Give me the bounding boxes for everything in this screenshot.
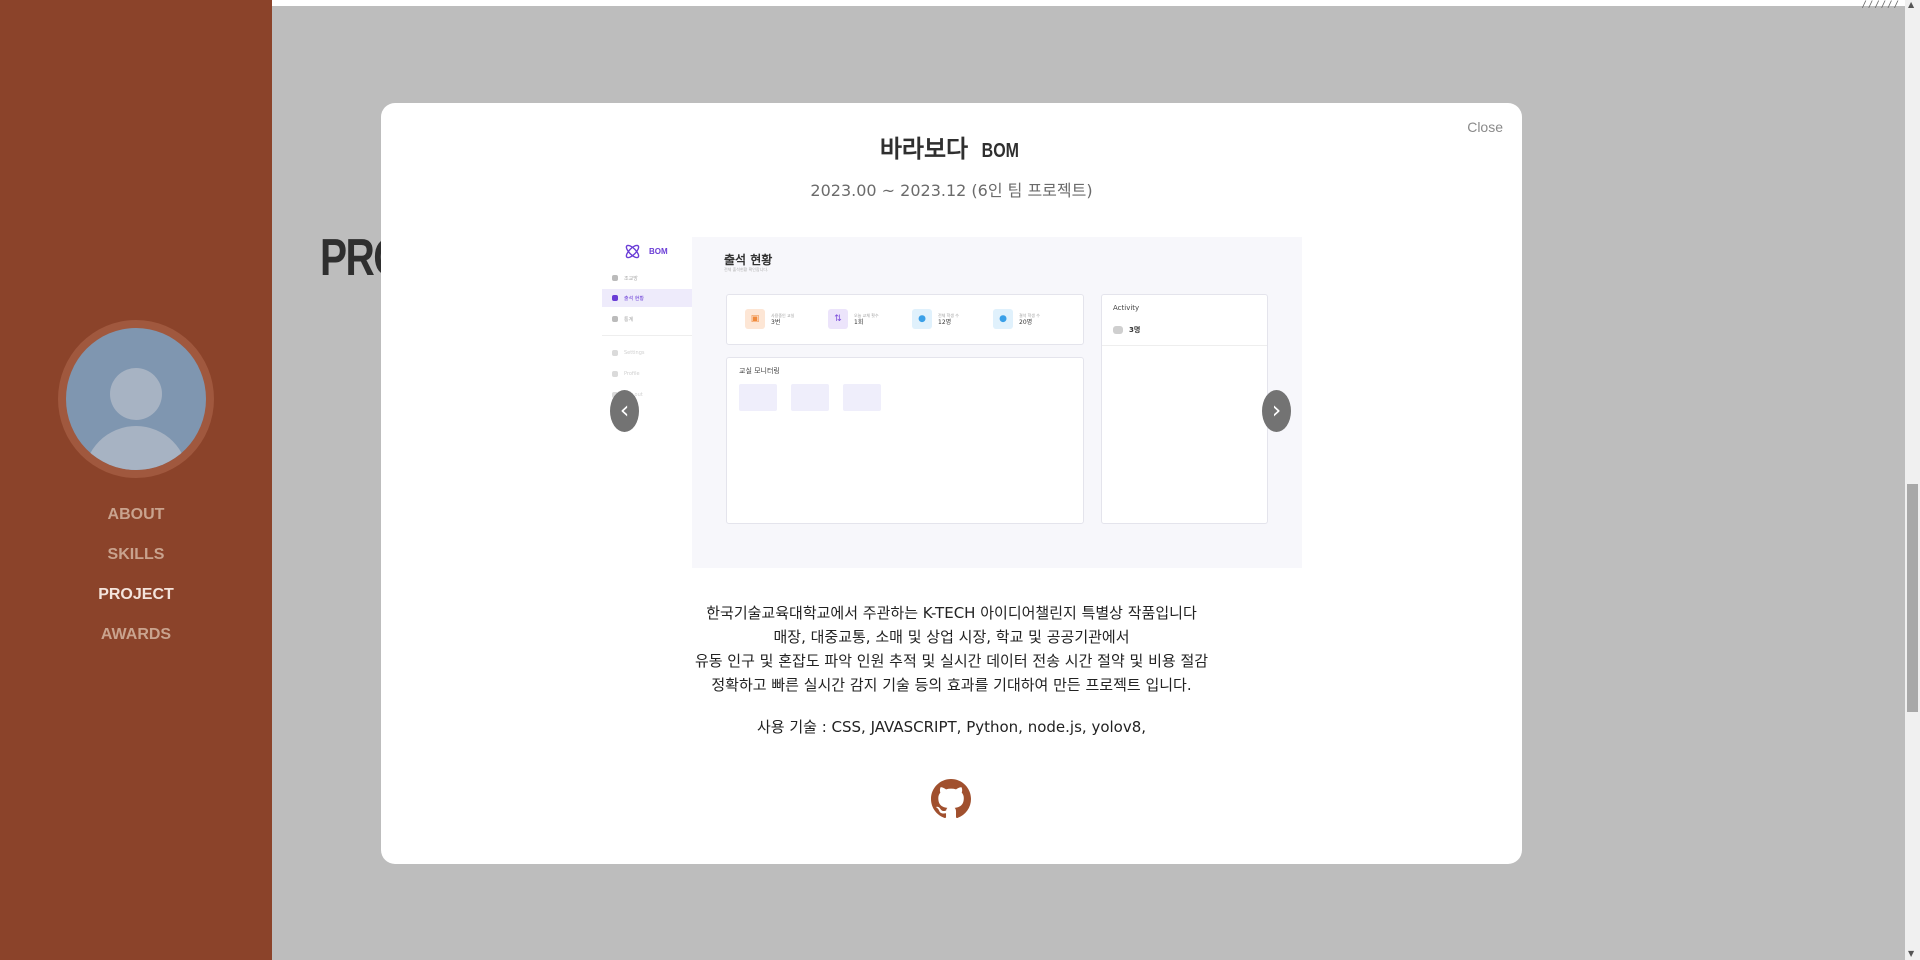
stat-card: ⇅ 오늘 교체 횟수 1회 — [828, 309, 879, 329]
camera-tile — [739, 384, 777, 411]
tech-stack: 사용 기술 : CSS, JAVASCRIPT, Python, node.js… — [756, 718, 1147, 736]
screenshot-logo: BOM — [624, 243, 668, 260]
camera-tile — [843, 384, 881, 411]
avatar-placeholder-icon — [66, 328, 206, 470]
prev-slide-button[interactable]: ‹ — [610, 390, 639, 432]
modal-title: 바라보다 BOM — [381, 129, 1522, 164]
description-line: 한국기술교육대학교에서 주관하는 K-TECH 아이디어챌린지 특별상 작품입니… — [706, 604, 1197, 622]
screenshot-nav-item: Profile — [602, 365, 692, 383]
monitor-title: 교실 모니터링 — [739, 367, 780, 375]
screenshot-nav-item: Settings — [602, 344, 692, 362]
person-icon: ● — [993, 309, 1013, 329]
github-icon[interactable] — [931, 779, 971, 819]
screenshot-main: 출석 현황 전체 출석현황 확인합니다. ▣ 사용중인 교실 3번 ⇅ 오늘 교체… — [692, 237, 1302, 568]
project-screenshot: BOM 조교방 출석 현황 통계 Settings Profile Log ou… — [602, 237, 1302, 568]
scroll-thumb[interactable] — [1907, 484, 1918, 712]
camera-tile — [791, 384, 829, 411]
sidebar-nav: ABOUT SKILLS PROJECT AWARDS — [0, 504, 272, 664]
screenshot-subheading: 전체 출석현황 확인합니다. — [724, 267, 769, 272]
screenshot-logo-text: BOM — [649, 247, 668, 256]
page-top-strip — [272, 0, 1905, 6]
nav-project[interactable]: PROJECT — [0, 584, 272, 624]
activity-title: Activity — [1113, 304, 1140, 312]
avatar — [58, 320, 214, 478]
nav-awards[interactable]: AWARDS — [0, 624, 272, 664]
stat-card: ● 전체 학생 수 12명 — [912, 309, 959, 329]
person-icon: ● — [912, 309, 932, 329]
scroll-up-arrow-icon[interactable]: ▲ — [1908, 0, 1914, 9]
screenshot-stats: ▣ 사용중인 교실 3번 ⇅ 오늘 교체 횟수 1회 ● 전체 학생 수 12명 ● … — [726, 294, 1084, 345]
project-date: 2023.00 ~ 2023.12 (6인 팀 프로젝트) — [810, 181, 1093, 200]
screenshot-nav-item: 조교방 — [602, 269, 692, 287]
scroll-down-arrow-icon[interactable]: ▼ — [1908, 949, 1914, 958]
screenshot-nav-item: 출석 현황 — [602, 289, 692, 307]
activity-count: 3명 — [1113, 325, 1140, 335]
stat-card: ▣ 사용중인 교실 3번 — [745, 309, 794, 329]
stat-card: ● 결석 학생 수 20명 — [993, 309, 1040, 329]
screenshot-activity-panel: Activity 3명 — [1101, 294, 1268, 524]
screenshot-monitoring-panel: 교실 모니터링 — [726, 357, 1084, 524]
swap-icon: ⇅ — [828, 309, 848, 329]
next-slide-button[interactable]: › — [1262, 390, 1291, 432]
description-line: 정확하고 빠른 실시간 감지 기술 등의 효과를 기대하여 만든 프로젝트 입니… — [711, 676, 1192, 694]
modal-title-en: BOM — [981, 140, 1019, 162]
people-icon — [1113, 326, 1123, 334]
image-slider: BOM 조교방 출석 현황 통계 Settings Profile Log ou… — [602, 237, 1302, 568]
screenshot-nav-item: 통계 — [602, 310, 692, 328]
classroom-icon: ▣ — [745, 309, 765, 329]
scrollbar[interactable]: ▲ ▼ — [1905, 0, 1920, 960]
nav-about[interactable]: ABOUT — [0, 504, 272, 544]
screenshot-heading: 출석 현황 — [724, 253, 773, 267]
modal-title-ko: 바라보다 — [879, 135, 969, 163]
nav-skills[interactable]: SKILLS — [0, 544, 272, 584]
description-line: 유동 인구 및 혼잡도 파악 인원 추적 및 실시간 데이터 전송 시간 절약 … — [694, 652, 1209, 670]
project-modal: Close 바라보다 BOM 2023.00 ~ 2023.12 (6인 팀 프… — [381, 103, 1522, 864]
sidebar: ABOUT SKILLS PROJECT AWARDS — [0, 0, 272, 960]
corner-mark: ∕∕∕∕∕∕ — [1861, 0, 1900, 10]
atom-logo-icon — [624, 243, 641, 260]
description-line: 매장, 대중교통, 소매 및 상업 시장, 학교 및 공공기관에서 — [773, 628, 1130, 646]
project-description: 한국기술교육대학교에서 주관하는 K-TECH 아이디어챌린지 특별상 작품입니… — [381, 601, 1522, 697]
